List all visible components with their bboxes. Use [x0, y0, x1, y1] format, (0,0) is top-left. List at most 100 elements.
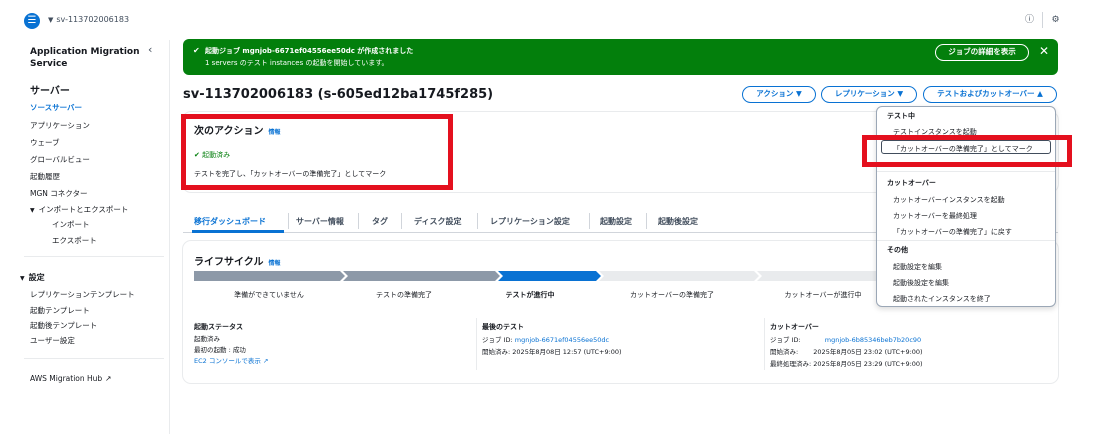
edit-launch-settings-item[interactable]: 起動設定を編集 — [893, 262, 942, 272]
caret-down-icon: ▼ — [795, 89, 802, 98]
stage-segment-not-ready — [194, 271, 345, 281]
flash-body: 1 servers のテスト instances の起動を開始しています。 — [205, 59, 389, 67]
last-test-heading: 最後のテスト — [482, 323, 524, 331]
highlight-box — [862, 135, 1072, 167]
launch-status-value: 起動済み — [194, 335, 220, 343]
sidebar-item-migration-hub[interactable]: AWS Migration Hub ↗ — [30, 374, 111, 383]
replication-button[interactable]: レプリケーション ▼ — [821, 86, 917, 103]
started-value: 2025年8月08日 12:57 (UTC+9:00) — [512, 348, 622, 356]
tab-separator — [358, 213, 359, 229]
stage-label: テストの準備完了 — [376, 291, 432, 299]
sidebar-item-import[interactable]: インポート — [52, 219, 90, 230]
launch-status-heading: 起動ステータス — [194, 323, 243, 331]
dropdown-group-cutover: カットオーバー — [887, 179, 936, 187]
breadcrumb-label: sv-113702006183 — [56, 15, 130, 24]
info-link[interactable]: 情報 — [269, 129, 281, 136]
success-flash: ✔ 起動ジョブ mgnjob-6671ef04556ee50dc が作成されまし… — [183, 39, 1058, 75]
launch-cutover-instances-item[interactable]: カットオーバーインスタンスを起動 — [893, 195, 1005, 205]
edit-post-launch-settings-item[interactable]: 起動後設定を編集 — [893, 278, 949, 288]
info-icon[interactable]: ⓘ — [1024, 15, 1035, 26]
status-badge: ✔ 起動済み — [194, 150, 230, 160]
test-cutover-label: テストおよびカットオーバー — [937, 89, 1035, 98]
action-label: アクション — [756, 89, 794, 98]
check-circle-icon: ✔ — [194, 151, 200, 159]
next-action-text: テストを完了し、「カットオーバーの準備完了」としてマーク — [194, 170, 387, 178]
view-job-details-button[interactable]: ジョブの詳細を表示 — [935, 44, 1029, 61]
cutover-heading: カットオーバー — [770, 323, 819, 331]
sidebar-item-mgn-connector[interactable]: MGN コネクター — [30, 188, 87, 199]
sidebar-item-launch-history[interactable]: 起動履歴 — [30, 171, 60, 182]
breadcrumb[interactable]: ▼ sv-113702006183 — [48, 15, 129, 24]
page-title: sv-113702006183 (s-605ed12ba1745f285) — [183, 87, 494, 102]
sidebar-item-waves[interactable]: ウェーブ — [30, 137, 60, 148]
job-id-label: ジョブ ID: — [770, 336, 801, 344]
settings-icon[interactable]: ⚙ — [1050, 15, 1061, 26]
sidebar-item-user-settings[interactable]: ユーザー設定 — [30, 335, 75, 346]
lifecycle-heading-label: ライフサイクル — [194, 257, 264, 268]
top-bar: ☰ ▼ sv-113702006183 ⓘ ⚙ — [0, 0, 1101, 40]
stage-segment-test-in-progress — [498, 271, 601, 281]
test-cutover-button[interactable]: テストおよびカットオーバー ▲ — [923, 86, 1057, 103]
menu-icon[interactable]: ☰ — [24, 13, 40, 29]
last-test-job-link[interactable]: mgnjob-6671ef04556ee50dc — [515, 336, 609, 344]
action-button[interactable]: アクション ▼ — [742, 86, 816, 103]
info-link[interactable]: 情報 — [269, 260, 281, 267]
cutover-job: ジョブ ID: mgnjob-6b85346beb7b20c90 — [770, 334, 921, 344]
servers-heading: サーバー — [30, 86, 70, 97]
finalize-cutover-item[interactable]: カットオーバーを最終処理 — [893, 211, 977, 221]
settings-heading[interactable]: ▼ 設定 — [20, 272, 45, 283]
sidebar-item-launch-template[interactable]: 起動テンプレート — [30, 305, 90, 316]
check-circle-icon: ✔ — [193, 46, 200, 55]
sidebar-item-export[interactable]: エクスポート — [52, 235, 97, 246]
next-action-heading: 次のアクション 情報 — [194, 122, 281, 137]
started-label: 開始済み: — [770, 348, 799, 356]
sidebar-item-applications[interactable]: アプリケーション — [30, 120, 90, 131]
dropdown-group-other: その他 — [887, 246, 908, 254]
started-label: 開始済み: — [482, 348, 511, 356]
ec2-console-link[interactable]: EC2 コンソールで表示 ↗ — [194, 355, 268, 365]
cutover-started: 開始済み: 2025年8月05日 23:02 (UTC+9:00) — [770, 346, 923, 356]
stage-segment-ready-for-cutover — [599, 271, 759, 281]
stage-label: 準備ができていません — [234, 291, 304, 299]
external-link-icon: ↗ — [105, 374, 112, 383]
sidebar-item-source-servers[interactable]: ソースサーバー — [30, 102, 82, 113]
divider — [24, 358, 164, 359]
tab-replication-settings[interactable]: レプリケーション設定 — [490, 216, 570, 227]
next-action-heading-label: 次のアクション — [194, 126, 264, 137]
cutover-finalized: 最終処理済み: 2025年8月05日 23:29 (UTC+9:00) — [770, 358, 923, 368]
sidebar-item-label: インポートとエクスポート — [38, 205, 129, 214]
tab-separator — [646, 213, 647, 229]
service-title[interactable]: Application Migration Service — [30, 46, 140, 70]
divider — [1042, 12, 1043, 28]
active-tab-indicator — [192, 230, 284, 233]
terminate-instances-item[interactable]: 起動されたインスタンスを終了 — [893, 294, 991, 304]
stage-label: カットオーバーの準備完了 — [630, 291, 714, 299]
tab-server-info[interactable]: サーバー情報 — [296, 216, 344, 227]
stage-label-current: テストが進行中 — [505, 291, 555, 299]
tab-post-launch-settings[interactable]: 起動後設定 — [658, 216, 698, 227]
tab-disk-settings[interactable]: ディスク設定 — [414, 216, 461, 227]
tab-tags[interactable]: タグ — [372, 216, 388, 227]
collapse-sidebar-icon[interactable]: ‹ — [148, 43, 152, 56]
close-icon[interactable]: ✕ — [1039, 44, 1049, 58]
column-divider — [764, 318, 765, 370]
caret-up-icon: ▲ — [1037, 89, 1043, 98]
dropdown-group-testing: テスト中 — [887, 112, 915, 120]
external-link-icon: ↗ — [262, 357, 269, 365]
last-test-job: ジョブ ID: mgnjob-6671ef04556ee50dc — [482, 334, 609, 344]
sidebar-item-global-view[interactable]: グローバルビュー — [30, 154, 90, 165]
tab-separator — [288, 213, 289, 229]
stage-label: カットオーバーが進行中 — [784, 291, 862, 299]
status-label: 起動済み — [202, 151, 231, 159]
tab-separator — [401, 213, 402, 229]
sidebar-item-import-export[interactable]: ▼ インポートとエクスポート — [30, 204, 128, 215]
job-id-label: ジョブ ID: — [482, 336, 513, 344]
tab-migration-dashboard[interactable]: 移行ダッシュボード — [194, 216, 266, 227]
caret-down-icon: ▼ — [48, 16, 54, 24]
ec2-console-label: EC2 コンソールで表示 — [194, 357, 261, 365]
cutover-job-link[interactable]: mgnjob-6b85346beb7b20c90 — [825, 336, 921, 344]
sidebar-item-replication-template[interactable]: レプリケーションテンプレート — [30, 289, 135, 300]
revert-ready-for-cutover-item[interactable]: 「カットオーバーの準備完了」に戻す — [893, 227, 1012, 237]
tab-launch-settings[interactable]: 起動設定 — [600, 216, 632, 227]
sidebar-item-post-launch-template[interactable]: 起動後テンプレート — [30, 320, 97, 331]
